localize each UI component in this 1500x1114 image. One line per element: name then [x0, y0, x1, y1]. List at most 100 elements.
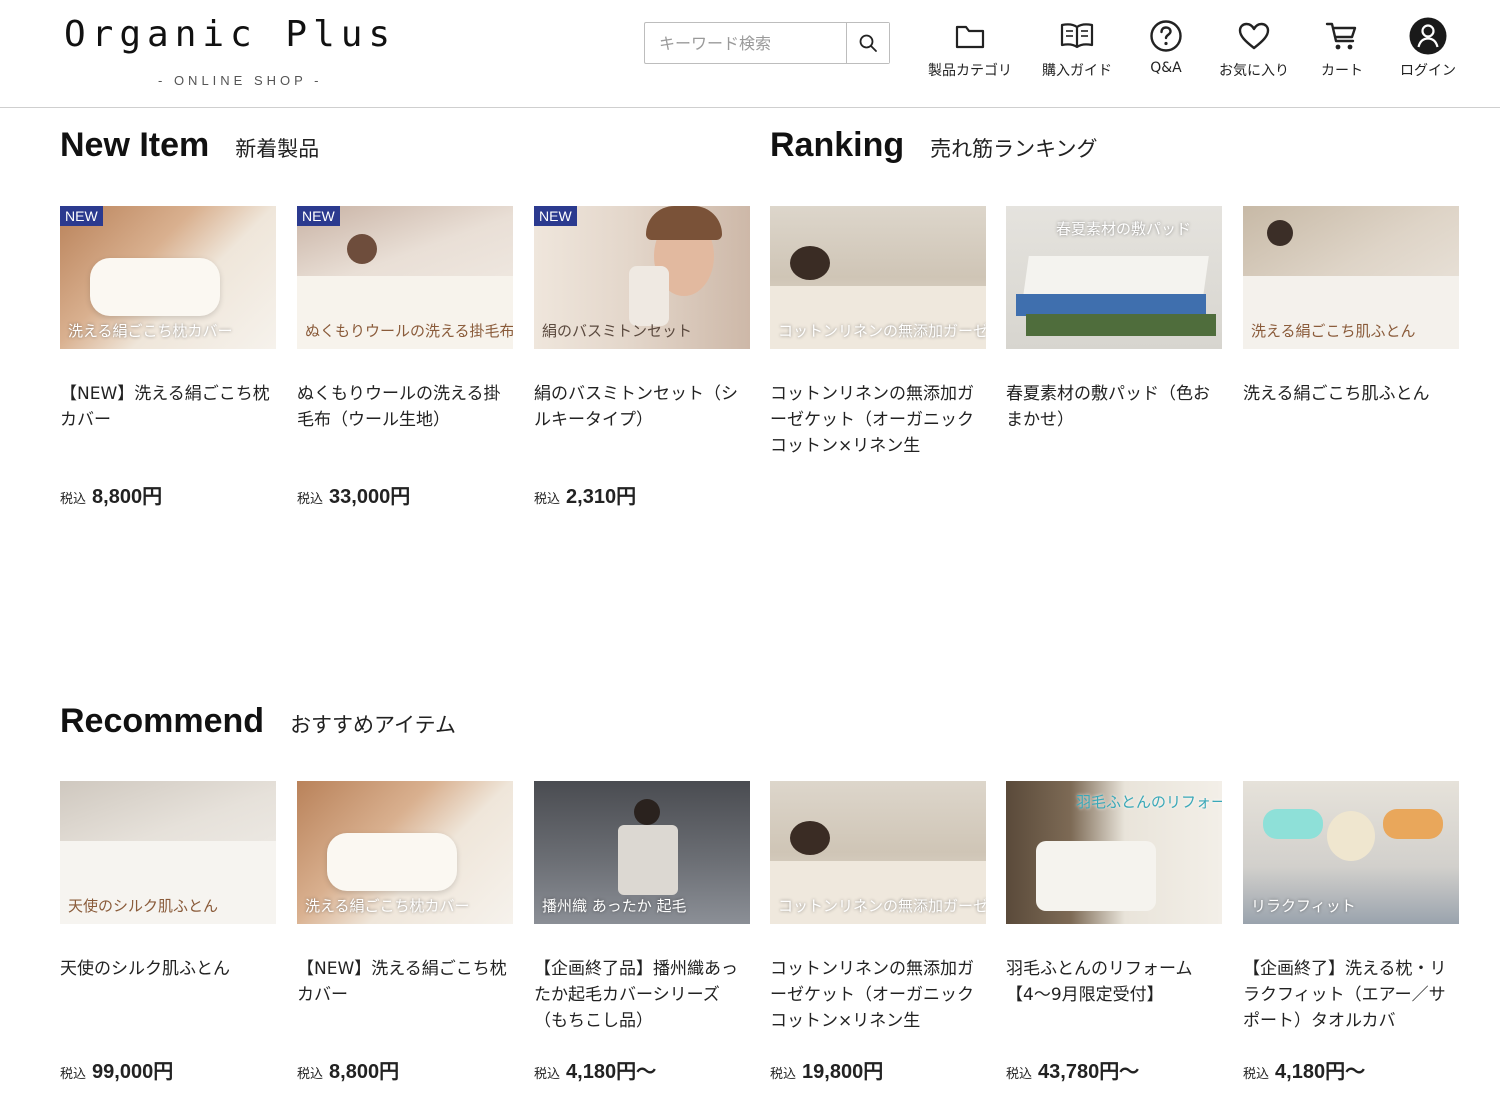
product-name[interactable]: 天使のシルク肌ふとん	[60, 956, 276, 1034]
product-card-rank-2[interactable]: 春夏素材の敷パッド 春夏素材の敷パッド（色おまかせ）	[1006, 206, 1222, 459]
product-card-new-1[interactable]: NEW 洗える絹ごこち枕カバー 【NEW】洗える絹ごこち枕カバー 税込 8,800…	[60, 206, 276, 508]
nav-qa[interactable]: Q&A	[1136, 16, 1196, 76]
product-name[interactable]: 【NEW】洗える絹ごこち枕カバー	[297, 956, 513, 1034]
product-card-rec-3[interactable]: 播州織 あったか 起毛 【企画終了品】播州織あったか起毛カバーシリーズ（もちこし…	[534, 781, 750, 1083]
nav-label: カート	[1321, 63, 1363, 79]
search-icon	[859, 34, 877, 52]
product-image[interactable]: NEW 絹のバスミトンセット	[534, 206, 750, 349]
image-caption: 天使のシルク肌ふとん	[68, 897, 219, 915]
nav-label: ログイン	[1400, 63, 1456, 79]
section-title-en: Ranking	[770, 126, 905, 164]
tax-label: 税込	[770, 1067, 797, 1082]
new-badge: NEW	[297, 206, 340, 226]
product-name[interactable]: 洗える絹ごこち肌ふとん	[1243, 381, 1459, 459]
new-badge: NEW	[534, 206, 577, 226]
product-price: 税込 33,000円	[297, 480, 410, 509]
image-caption: 播州織 あったか 起毛	[542, 897, 687, 915]
product-image[interactable]: 播州織 あったか 起毛	[534, 781, 750, 924]
product-price: 税込 8,800円	[60, 480, 162, 509]
product-image[interactable]: NEW 洗える絹ごこち枕カバー	[60, 206, 276, 349]
search-box	[644, 22, 890, 64]
recommend-heading: Recommend おすすめアイテム	[60, 702, 456, 741]
image-caption: ぬくもりウールの洗える掛毛布	[305, 322, 513, 340]
new-item-heading: New Item 新着製品	[60, 126, 319, 165]
site-header: Organic Plus - ONLINE SHOP - 製品カテゴリ 購入ガイ…	[0, 0, 1500, 108]
nav-favorites[interactable]: お気に入り	[1206, 16, 1302, 80]
price-amount: 4,180円〜	[566, 1061, 657, 1083]
product-image[interactable]: 羽毛ふとんのリフォーム	[1006, 781, 1222, 924]
product-card-rec-5[interactable]: 羽毛ふとんのリフォーム 羽毛ふとんのリフォーム【4〜9月限定受付】 税込 43,7…	[1006, 781, 1222, 1083]
image-caption: 洗える絹ごこち枕カバー	[305, 897, 470, 915]
image-caption: コットンリネンの無添加ガーゼケット	[778, 897, 986, 915]
product-name[interactable]: 絹のバスミトンセット（シルキータイプ）	[534, 381, 750, 459]
product-image[interactable]: 春夏素材の敷パッド	[1006, 206, 1222, 349]
product-price: 税込 19,800円	[770, 1055, 883, 1084]
product-card-rec-2[interactable]: 洗える絹ごこち枕カバー 【NEW】洗える絹ごこち枕カバー 税込 8,800円	[297, 781, 513, 1083]
nav-login[interactable]: ログイン	[1392, 16, 1464, 80]
folder-icon	[955, 25, 985, 49]
product-card-new-2[interactable]: NEW ぬくもりウールの洗える掛毛布 ぬくもりウールの洗える掛毛布（ウール生地）…	[297, 206, 513, 508]
product-card-rec-6[interactable]: リラクフィット 【企画終了】洗える枕・リラクフィット（エアー／サポート）タオルカ…	[1243, 781, 1459, 1083]
product-price: 税込 4,180円〜	[1243, 1055, 1365, 1084]
product-image[interactable]: コットンリネンの無添加ガーゼケット	[770, 206, 986, 349]
tax-label: 税込	[534, 1067, 561, 1082]
book-icon	[1060, 23, 1094, 49]
price-amount: 19,800円	[802, 1061, 884, 1083]
price-amount: 2,310円	[566, 486, 637, 508]
tax-label: 税込	[297, 1067, 324, 1082]
search-button[interactable]	[846, 23, 889, 63]
product-name[interactable]: 【NEW】洗える絹ごこち枕カバー	[60, 381, 276, 459]
product-image[interactable]: 洗える絹ごこち肌ふとん	[1243, 206, 1459, 349]
product-card-rec-1[interactable]: 天使のシルク肌ふとん 天使のシルク肌ふとん 税込 99,000円	[60, 781, 276, 1083]
image-caption: 洗える絹ごこち肌ふとん	[1251, 322, 1416, 340]
cart-icon	[1325, 22, 1357, 50]
price-amount: 33,000円	[329, 486, 411, 508]
search-input[interactable]	[645, 23, 846, 63]
product-name[interactable]: コットンリネンの無添加ガーゼケット（オーガニックコットン×リネン生	[770, 381, 986, 459]
price-amount: 8,800円	[92, 486, 163, 508]
image-caption: コットンリネンの無添加ガーゼケット	[778, 322, 986, 340]
nav-label: Q&A	[1150, 60, 1182, 76]
price-amount: 99,000円	[92, 1061, 174, 1083]
tax-label: 税込	[60, 492, 87, 507]
product-image[interactable]: コットンリネンの無添加ガーゼケット	[770, 781, 986, 924]
section-title-en: New Item	[60, 126, 210, 164]
product-image[interactable]: 天使のシルク肌ふとん	[60, 781, 276, 924]
product-card-rec-4[interactable]: コットンリネンの無添加ガーゼケット コットンリネンの無添加ガーゼケット（オーガニ…	[770, 781, 986, 1083]
product-card-rank-1[interactable]: コットンリネンの無添加ガーゼケット コットンリネンの無添加ガーゼケット（オーガニ…	[770, 206, 986, 459]
image-caption: 絹のバスミトンセット	[542, 322, 693, 340]
image-caption: 洗える絹ごこち枕カバー	[68, 322, 233, 340]
nav-cart[interactable]: カート	[1312, 16, 1372, 80]
product-image[interactable]: NEW ぬくもりウールの洗える掛毛布	[297, 206, 513, 349]
product-price: 税込 4,180円〜	[534, 1055, 656, 1084]
image-caption: 羽毛ふとんのリフォーム	[1076, 793, 1222, 811]
product-name[interactable]: 羽毛ふとんのリフォーム【4〜9月限定受付】	[1006, 956, 1222, 1034]
product-card-rank-3[interactable]: 洗える絹ごこち肌ふとん 洗える絹ごこち肌ふとん	[1243, 206, 1459, 459]
product-name[interactable]: 【企画終了】洗える枕・リラクフィット（エアー／サポート）タオルカバ	[1243, 956, 1459, 1034]
section-title-en: Recommend	[60, 702, 265, 740]
product-image[interactable]: 洗える絹ごこち枕カバー	[297, 781, 513, 924]
user-icon	[1409, 17, 1447, 55]
image-caption: リラクフィット	[1251, 897, 1356, 915]
site-logo[interactable]: Organic Plus - ONLINE SHOP -	[64, 14, 444, 88]
tax-label: 税込	[1006, 1067, 1033, 1082]
product-name[interactable]: 【企画終了品】播州織あったか起毛カバーシリーズ（もちこし品）	[534, 956, 750, 1034]
product-price: 税込 8,800円	[297, 1055, 399, 1084]
nav-guide[interactable]: 購入ガイド	[1032, 16, 1122, 80]
nav-categories[interactable]: 製品カテゴリ	[920, 16, 1020, 80]
product-price: 税込 2,310円	[534, 480, 636, 509]
product-name[interactable]: 春夏素材の敷パッド（色おまかせ）	[1006, 381, 1222, 459]
ranking-heading: Ranking 売れ筋ランキング	[770, 126, 1098, 165]
nav-label: お気に入り	[1219, 63, 1289, 79]
tax-label: 税込	[60, 1067, 87, 1082]
new-badge: NEW	[60, 206, 103, 226]
tax-label: 税込	[297, 492, 324, 507]
product-image[interactable]: リラクフィット	[1243, 781, 1459, 924]
product-name[interactable]: コットンリネンの無添加ガーゼケット（オーガニックコットン×リネン生	[770, 956, 986, 1034]
tax-label: 税込	[534, 492, 561, 507]
tax-label: 税込	[1243, 1067, 1270, 1082]
product-price: 税込 99,000円	[60, 1055, 173, 1084]
price-amount: 8,800円	[329, 1061, 400, 1083]
product-name[interactable]: ぬくもりウールの洗える掛毛布（ウール生地）	[297, 381, 513, 459]
product-card-new-3[interactable]: NEW 絹のバスミトンセット 絹のバスミトンセット（シルキータイプ） 税込 2,3…	[534, 206, 750, 508]
